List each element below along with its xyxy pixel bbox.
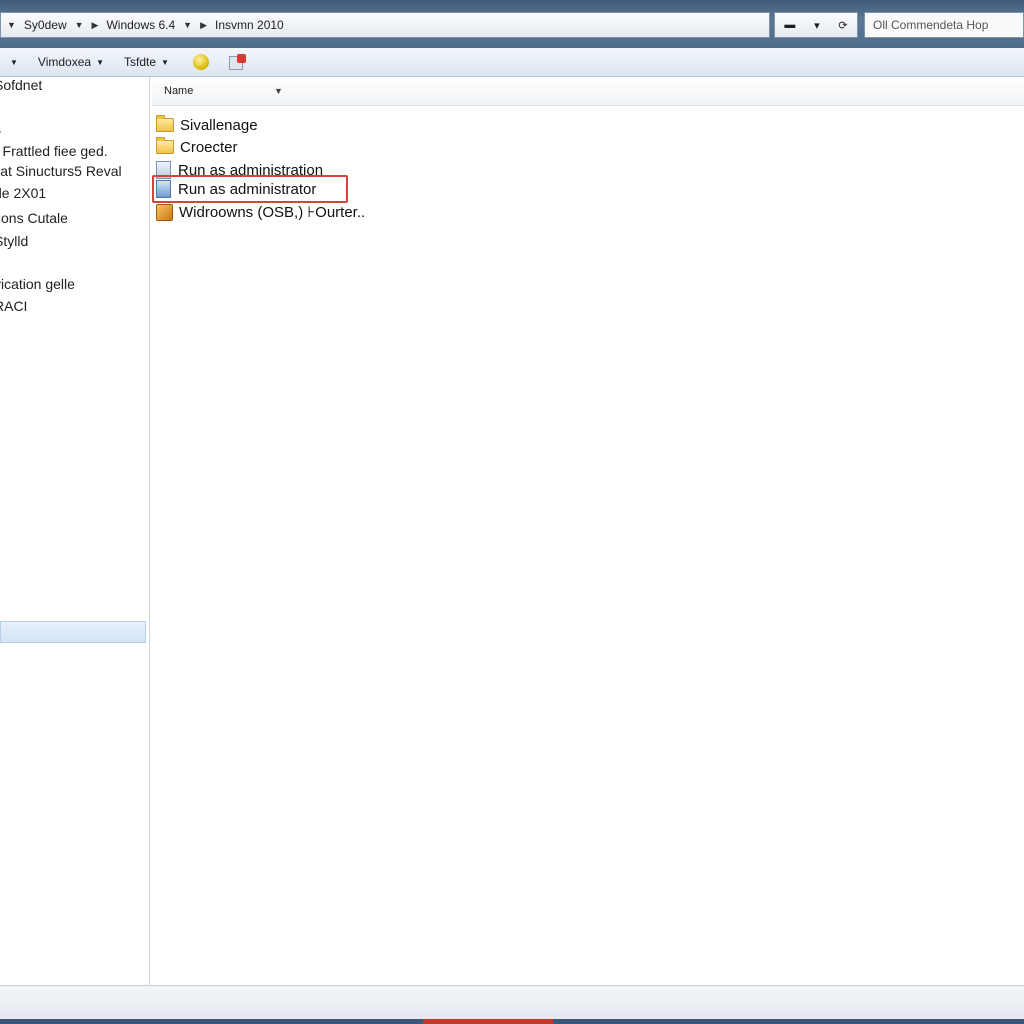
chevron-right-icon: ▶ — [91, 19, 99, 30]
chevron-down-icon: ▼ — [161, 57, 169, 67]
chevron-down-icon: ▼ — [96, 57, 104, 67]
chevron-right-icon: ▼ — [7, 20, 16, 30]
address-dropdown-icon[interactable]: ▾ — [814, 19, 820, 32]
burn-disc-icon[interactable] — [192, 54, 209, 70]
new-folder-icon[interactable] — [228, 54, 247, 70]
file-row[interactable]: Croecter — [156, 137, 238, 157]
organize-arrow[interactable]: ▼ — [0, 58, 28, 67]
nav-item[interactable]: Sofdnet — [0, 77, 42, 93]
toolbar-menu-button[interactable]: Vimdoxea ▼ — [28, 55, 114, 69]
file-name: Widroowns (OSB,) ⊦Ourter.. — [179, 204, 366, 221]
nav-item[interactable]: tions Cutale — [0, 210, 68, 226]
command-toolbar: ▼ Vimdoxea ▼ Tsfdte ▼ — [0, 48, 1024, 77]
window-titlebar: ▼ Sy0dew ▼ ▶ Windows 6.4 ▼ ▶ Insvmn 2010… — [0, 0, 1024, 48]
minus-icon[interactable]: ▬ — [784, 19, 795, 31]
status-bar — [0, 985, 1024, 1020]
chevron-right-icon[interactable]: ▼ — [71, 20, 88, 30]
file-list-pane: Name ▼ Sivallenage Croecter Run as admin… — [152, 77, 1024, 985]
column-header[interactable]: Name ▼ — [152, 77, 1024, 106]
taskbar-active-item[interactable] — [423, 1019, 553, 1024]
search-input[interactable]: Oll Commendeta Hop — [864, 12, 1024, 38]
file-row[interactable]: Sivallenage — [156, 115, 258, 135]
chevron-down-icon: ▼ — [10, 57, 18, 67]
sort-arrow-icon: ▼ — [274, 86, 283, 96]
chevron-right-icon[interactable]: ▼ — [179, 20, 196, 30]
nav-item[interactable]: vication gelle — [0, 276, 75, 292]
nav-selected-item[interactable] — [0, 621, 146, 643]
navigation-pane: Sofdnet s r Frattled fiee ged. llat Sinu… — [0, 77, 150, 985]
nav-item[interactable]: de 2X01 — [0, 185, 46, 201]
toolbar-menu-button[interactable]: Tsfdte ▼ — [114, 55, 179, 69]
toolbar-menu-label: Tsfdte — [124, 55, 157, 69]
refresh-icon[interactable]: ⟳ — [838, 19, 847, 32]
nav-item[interactable]: RACI — [0, 298, 27, 314]
breadcrumb-item[interactable]: Windows 6.4 — [102, 18, 179, 32]
file-row[interactable]: Widroowns (OSB,) ⊦Ourter.. — [156, 202, 365, 222]
file-name: Sivallenage — [180, 116, 258, 134]
file-name: Croecter — [180, 138, 238, 156]
chevron-right-icon: ▶ — [200, 19, 208, 30]
folder-icon — [156, 115, 174, 132]
nav-item[interactable]: llat Sinucturs5 Reval — [0, 163, 122, 179]
highlight-box — [152, 175, 348, 203]
column-header-name[interactable]: Name — [152, 85, 274, 97]
breadcrumb-item[interactable]: Sy0dew — [20, 18, 71, 32]
nav-item[interactable]: r Frattled fiee ged. — [0, 143, 108, 159]
address-controls: ▬ ▾ ⟳ — [774, 12, 858, 38]
toolbar-menu-label: Vimdoxea — [37, 55, 92, 69]
nav-item[interactable]: Stylld — [0, 233, 28, 249]
address-bar[interactable]: ▼ Sy0dew ▼ ▶ Windows 6.4 ▼ ▶ Insvmn 2010 — [0, 12, 770, 38]
nav-item[interactable]: s — [0, 121, 1, 137]
breadcrumb-item[interactable]: Insvmn 2010 — [211, 18, 288, 32]
app-icon — [156, 203, 173, 221]
folder-icon — [156, 137, 174, 154]
